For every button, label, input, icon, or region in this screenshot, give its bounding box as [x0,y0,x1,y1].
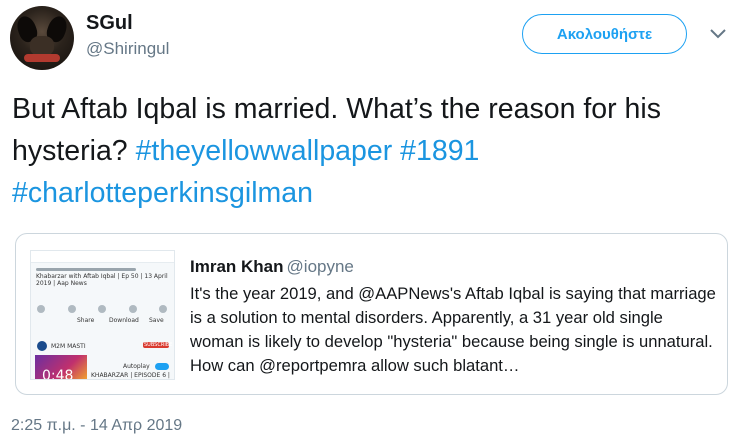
download-icon [128,305,137,313]
autoplay-toggle-icon [155,363,169,370]
thumbnail-action-save: Save [149,317,164,324]
thumbnail-up-next: KHABARZAR | EPISODE 6 | 12 Dec 2018 | AA… [91,372,170,379]
thumbnail-action-share: Share [77,317,95,324]
hashtag-link[interactable]: #charlotteperkinsgilman [12,177,313,209]
tweet-timestamp[interactable]: 2:25 π.μ. - 14 Απρ 2019 [11,417,182,435]
author-display-name[interactable]: SGul [86,11,169,35]
hashtag-link[interactable]: #theyellowwallpaper [136,135,393,167]
quoted-author[interactable]: Imran Khan @iopyne [190,256,354,278]
share-icon [98,305,106,313]
save-icon [159,305,167,313]
channel-icon [37,341,47,351]
author-names[interactable]: SGul @Shiringul [86,11,169,61]
quoted-handle: @iopyne [286,257,354,276]
avatar-snout [30,36,54,56]
avatar-collar [24,54,60,62]
tweet-header: SGul @Shiringul Ακολουθήστε [10,6,726,70]
thumbnail-video-title: Khabarzar with Aftab Iqbal | Ep 50 | 13 … [36,273,168,287]
chevron-down-icon[interactable] [704,20,732,48]
thumbnail-channel: M2M MASTI [51,343,86,350]
thumbnail-line [36,268,136,271]
quoted-tweet-text: It's the year 2019, and @AAPNews's Aftab… [190,284,716,375]
dislike-icon [67,305,76,313]
quoted-tweet-card[interactable]: Khabarzar with Aftab Iqbal | Ep 50 | 13 … [15,233,728,395]
thumbnail-action-download: Download [109,317,139,324]
tweet-text: But Aftab Iqbal is married. What’s the r… [12,88,724,214]
thumbnail-top-bar [31,251,174,263]
quoted-media-thumbnail[interactable]: Khabarzar with Aftab Iqbal | Ep 50 | 13 … [30,250,175,380]
hashtag-link[interactable]: #1891 [400,135,479,167]
like-icon [37,305,45,313]
avatar[interactable] [10,6,74,70]
thumbnail-autoplay: Autoplay [123,363,150,370]
thumbnail-subscribe: SUBSCRIBE [144,342,173,348]
follow-button[interactable]: Ακολουθήστε [522,14,687,54]
author-handle[interactable]: @Shiringul [86,37,169,61]
quoted-display-name: Imran Khan [190,257,284,276]
thumbnail-action-icons [37,305,167,313]
video-duration: 0:48 [42,368,74,380]
